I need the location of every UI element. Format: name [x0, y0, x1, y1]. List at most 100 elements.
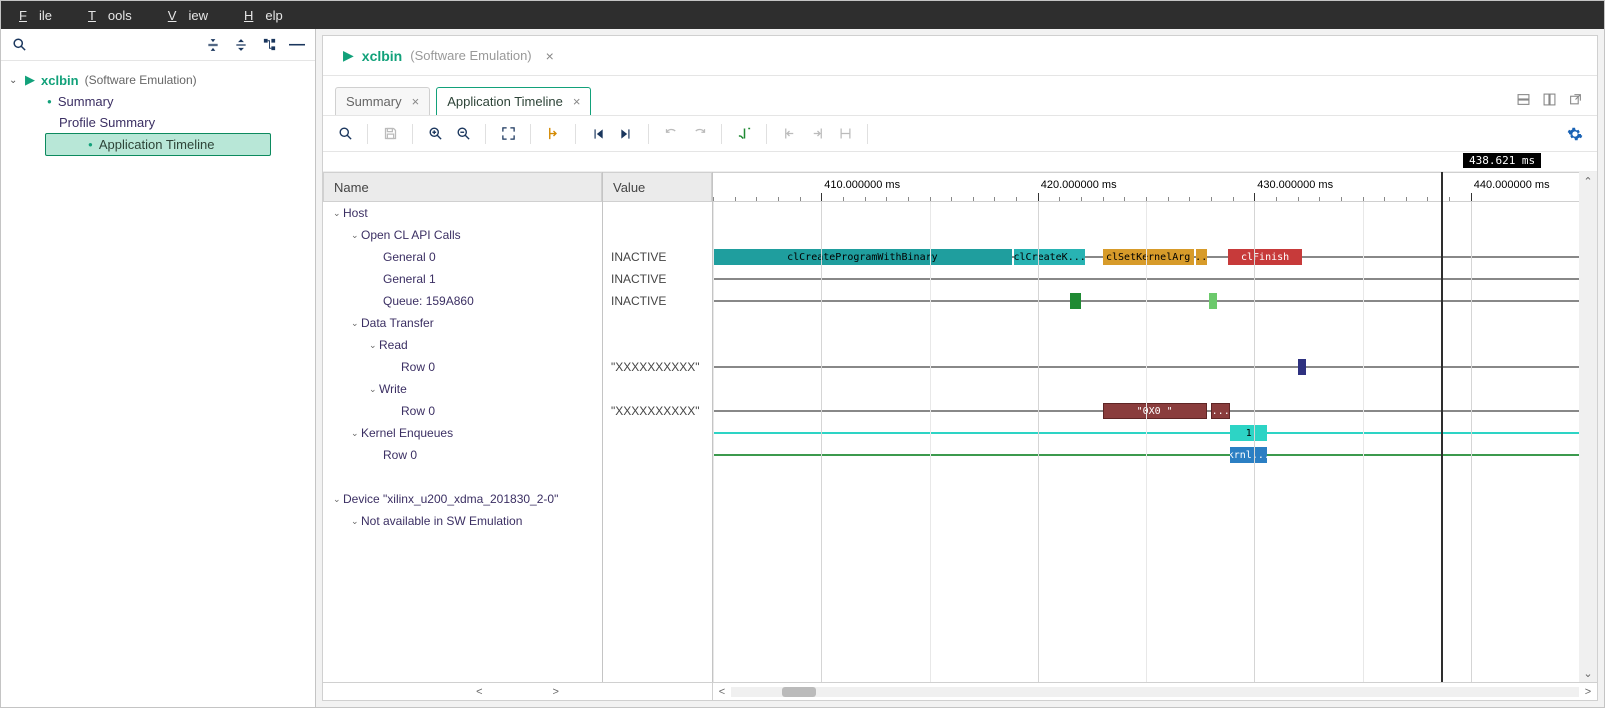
value-header: Value — [603, 172, 712, 202]
run-mode: (Software Emulation) — [85, 73, 197, 87]
menu-tools[interactable]: Tools — [76, 8, 156, 23]
breadcrumb: ▶ xclbin (Software Emulation) × — [323, 36, 1597, 76]
tree-row[interactable]: Row 0 — [323, 356, 602, 378]
undo-icon[interactable] — [659, 122, 683, 146]
close-icon[interactable]: × — [573, 94, 581, 109]
timeline-scrollbar[interactable]: < > — [713, 683, 1597, 700]
tree-row[interactable]: Row 0 — [323, 444, 602, 466]
tree-row[interactable]: ⌄Read — [323, 334, 602, 356]
scrollbar-row: <> < > — [323, 682, 1597, 700]
crumb-mode: (Software Emulation) — [410, 48, 531, 63]
tab-row: Summary × Application Timeline × — [323, 76, 1597, 116]
vertical-scrollbar[interactable]: ⌃ ⌄ — [1579, 172, 1597, 682]
tab-application-timeline[interactable]: Application Timeline × — [436, 87, 591, 115]
collapse-all-icon[interactable] — [203, 35, 223, 55]
tree-row[interactable]: ⌄Open CL API Calls — [323, 224, 602, 246]
tree-row[interactable]: General 1 — [323, 268, 602, 290]
timeline-bar[interactable]: ... — [1211, 403, 1230, 419]
timeline-bar[interactable] — [1298, 359, 1306, 375]
expand-all-icon[interactable] — [231, 35, 251, 55]
tree-run-root[interactable]: ⌄ ▶ xclbin (Software Emulation) — [5, 69, 311, 91]
timeline-bar[interactable]: "0X0 " — [1103, 403, 1207, 419]
tree-row[interactable]: ⌄Not available in SW Emulation — [323, 510, 602, 532]
tree-row[interactable]: ⌄Kernel Enqueues — [323, 422, 602, 444]
menu-help[interactable]: Help — [232, 8, 307, 23]
tree-row[interactable]: ⌄Write — [323, 378, 602, 400]
minimize-icon[interactable]: — — [287, 35, 307, 55]
zoom-in-icon[interactable] — [423, 122, 447, 146]
close-icon[interactable]: × — [546, 48, 554, 64]
save-icon[interactable] — [378, 122, 402, 146]
caret-icon: ⌄ — [333, 208, 343, 219]
menu-view[interactable]: View — [156, 8, 232, 23]
value-cell: "XXXXXXXXXX" — [603, 400, 712, 422]
sidebar-toolbar: — — [1, 29, 315, 61]
menu-bar: File Tools View Help — [1, 1, 1604, 29]
tree-row[interactable] — [323, 466, 602, 488]
tree-row[interactable]: ⌄Data Transfer — [323, 312, 602, 334]
zoom-out-icon[interactable] — [451, 122, 475, 146]
timeline-bar[interactable] — [1070, 293, 1081, 309]
timeline-bar[interactable]: clSetKernelArg — [1103, 249, 1194, 265]
value-cell: INACTIVE — [603, 268, 712, 290]
value-cell — [603, 378, 712, 400]
scroll-right-icon[interactable]: > — [1579, 686, 1597, 698]
zoom-fit-icon[interactable] — [496, 122, 520, 146]
menu-file[interactable]: File — [7, 8, 76, 23]
tree-icon[interactable] — [259, 35, 279, 55]
redo-icon[interactable] — [687, 122, 711, 146]
value-cell — [603, 224, 712, 246]
value-cell — [603, 202, 712, 224]
chart-body: Name ⌄Host⌄Open CL API CallsGeneral 0Gen… — [323, 172, 1597, 682]
popout-icon[interactable] — [1565, 89, 1585, 109]
time-cursor-label: 438.621 ms — [1463, 153, 1541, 168]
timeline-bar[interactable]: clFinish — [1228, 249, 1302, 265]
timeline-bar[interactable]: .. — [1196, 249, 1207, 265]
goto-cursor-icon[interactable] — [541, 122, 565, 146]
snap-left-icon[interactable] — [777, 122, 801, 146]
name-header: Name — [323, 172, 602, 202]
sidebar-item-application-timeline[interactable]: ● Application Timeline — [45, 133, 271, 156]
tree-row[interactable]: Row 0 — [323, 400, 602, 422]
timeline-bar[interactable] — [1209, 293, 1217, 309]
scroll-thumb[interactable] — [782, 687, 816, 697]
caret-icon: ⌄ — [351, 318, 361, 329]
scroll-up-icon[interactable]: ⌃ — [1579, 172, 1597, 190]
name-scrollbar[interactable]: <> — [323, 683, 713, 700]
timeline-bar[interactable]: clCreateProgramWithBinary — [713, 249, 1012, 265]
tree-row[interactable]: ⌄Device "xilinx_u200_xdma_201830_2-0" — [323, 488, 602, 510]
goto-start-icon[interactable] — [586, 122, 610, 146]
tree-row[interactable]: Queue: 159A860 — [323, 290, 602, 312]
timeline-bar[interactable]: clCreateK... — [1014, 249, 1085, 265]
timeline-chart: 438.621 ms Name ⌄Host⌄Open CL API CallsG… — [323, 152, 1597, 700]
content-inner: ▶ xclbin (Software Emulation) × Summary … — [322, 35, 1598, 701]
tab-summary[interactable]: Summary × — [335, 87, 430, 115]
search-icon[interactable] — [333, 122, 357, 146]
goto-end-icon[interactable] — [614, 122, 638, 146]
sidebar-item-profile-summary[interactable]: Profile Summary — [5, 112, 311, 133]
scroll-down-icon[interactable]: ⌄ — [1579, 664, 1597, 682]
caret-icon: ⌄ — [369, 340, 379, 351]
gear-icon[interactable] — [1563, 122, 1587, 146]
marker-row: 438.621 ms — [323, 152, 1597, 172]
close-icon[interactable]: × — [412, 94, 420, 109]
main-area: — ⌄ ▶ xclbin (Software Emulation) ● Summ… — [1, 29, 1604, 707]
timeline-bar[interactable]: 1 — [1230, 425, 1267, 441]
search-icon[interactable] — [9, 35, 29, 55]
timeline-bar[interactable]: krnl... — [1230, 447, 1267, 463]
add-marker-icon[interactable] — [732, 122, 756, 146]
play-icon: ▶ — [343, 47, 354, 64]
cursor-line[interactable] — [1441, 172, 1443, 682]
value-cell: "XXXXXXXXXX" — [603, 356, 712, 378]
timeline-lanes[interactable]: 410.000000 ms420.000000 ms430.000000 ms4… — [713, 172, 1579, 682]
tree-row[interactable]: ⌄Host — [323, 202, 602, 224]
value-cell — [603, 466, 712, 488]
value-cell — [603, 334, 712, 356]
sidebar-item-summary[interactable]: ● Summary — [5, 91, 311, 112]
scroll-left-icon[interactable]: < — [713, 686, 731, 698]
layout-icon-2[interactable] — [1539, 89, 1559, 109]
range-icon[interactable] — [833, 122, 857, 146]
tree-row[interactable]: General 0 — [323, 246, 602, 268]
layout-icon-1[interactable] — [1513, 89, 1533, 109]
snap-right-icon[interactable] — [805, 122, 829, 146]
